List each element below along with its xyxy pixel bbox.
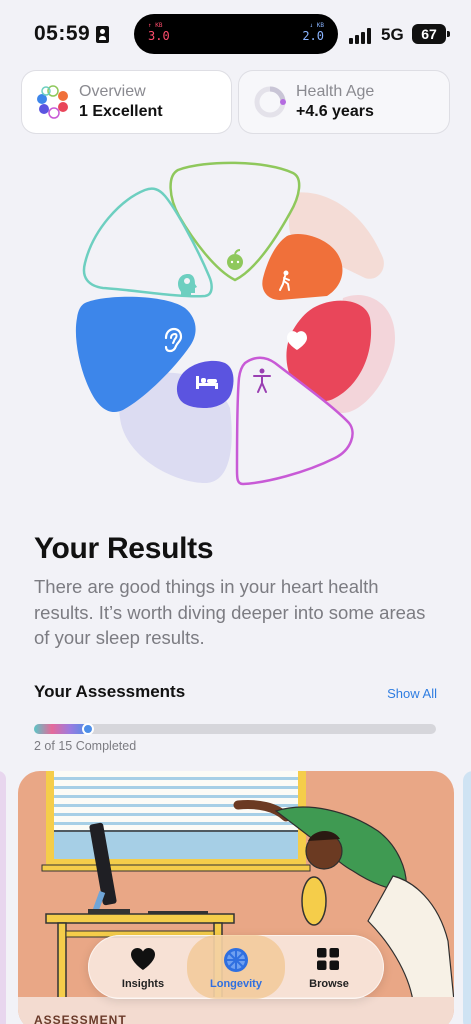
assessment-progress-text: 2 of 15 Completed bbox=[34, 739, 137, 753]
cellular-signal-icon bbox=[349, 28, 373, 44]
dynamic-island: ↑ KB 3.0 ↓ KB 2.0 bbox=[134, 14, 338, 54]
assessment-progress-knob bbox=[81, 723, 94, 735]
tab-browse[interactable]: Browse bbox=[280, 935, 378, 999]
previous-assessment-card[interactable] bbox=[0, 771, 6, 1024]
results-title: Your Results bbox=[34, 532, 214, 565]
upload-speed: ↑ KB 3.0 bbox=[148, 22, 170, 43]
grid-icon bbox=[317, 948, 339, 970]
health-age-value: +4.6 years bbox=[296, 103, 374, 120]
assessments-title: Your Assessments bbox=[34, 682, 186, 701]
network-type: 5G bbox=[381, 25, 404, 44]
health-flower[interactable] bbox=[65, 158, 410, 493]
contact-card-icon bbox=[96, 26, 109, 43]
assessment-progress-bar bbox=[34, 723, 436, 735]
mini-flower-icon bbox=[37, 85, 68, 119]
citrus-icon bbox=[224, 948, 248, 972]
overview-card[interactable]: Overview 1 Excellent bbox=[22, 71, 231, 133]
tab-longevity[interactable]: Longevity bbox=[187, 935, 285, 999]
tab-longevity-label: Longevity bbox=[210, 978, 262, 990]
next-assessment-card[interactable] bbox=[463, 771, 471, 1024]
tab-insights[interactable]: Insights bbox=[94, 935, 192, 999]
health-age-ring-icon bbox=[254, 86, 286, 118]
assessment-card-label: ASSESSMENT bbox=[34, 1013, 127, 1024]
health-age-card[interactable]: Health Age +4.6 years bbox=[239, 71, 449, 133]
assessment-progress-fill bbox=[34, 724, 88, 734]
tab-bar: Insights Longevity Browse bbox=[88, 935, 384, 999]
tab-insights-label: Insights bbox=[121, 978, 165, 990]
download-speed: ↓ KB 2.0 bbox=[302, 22, 324, 43]
heart-icon bbox=[131, 948, 155, 970]
show-all-link[interactable]: Show All bbox=[387, 686, 437, 701]
results-description: There are good things in your heart heal… bbox=[34, 576, 426, 648]
status-time: 05:59 bbox=[34, 22, 91, 45]
overview-value: 1 Excellent bbox=[79, 103, 163, 120]
status-bar: 05:59 ↑ KB 3.0 ↓ KB 2.0 5G 67 bbox=[0, 0, 471, 60]
battery-icon: 67 bbox=[412, 24, 450, 44]
tab-browse-label: Browse bbox=[309, 978, 349, 990]
overview-label: Overview bbox=[79, 83, 146, 100]
health-age-label: Health Age bbox=[296, 83, 375, 100]
